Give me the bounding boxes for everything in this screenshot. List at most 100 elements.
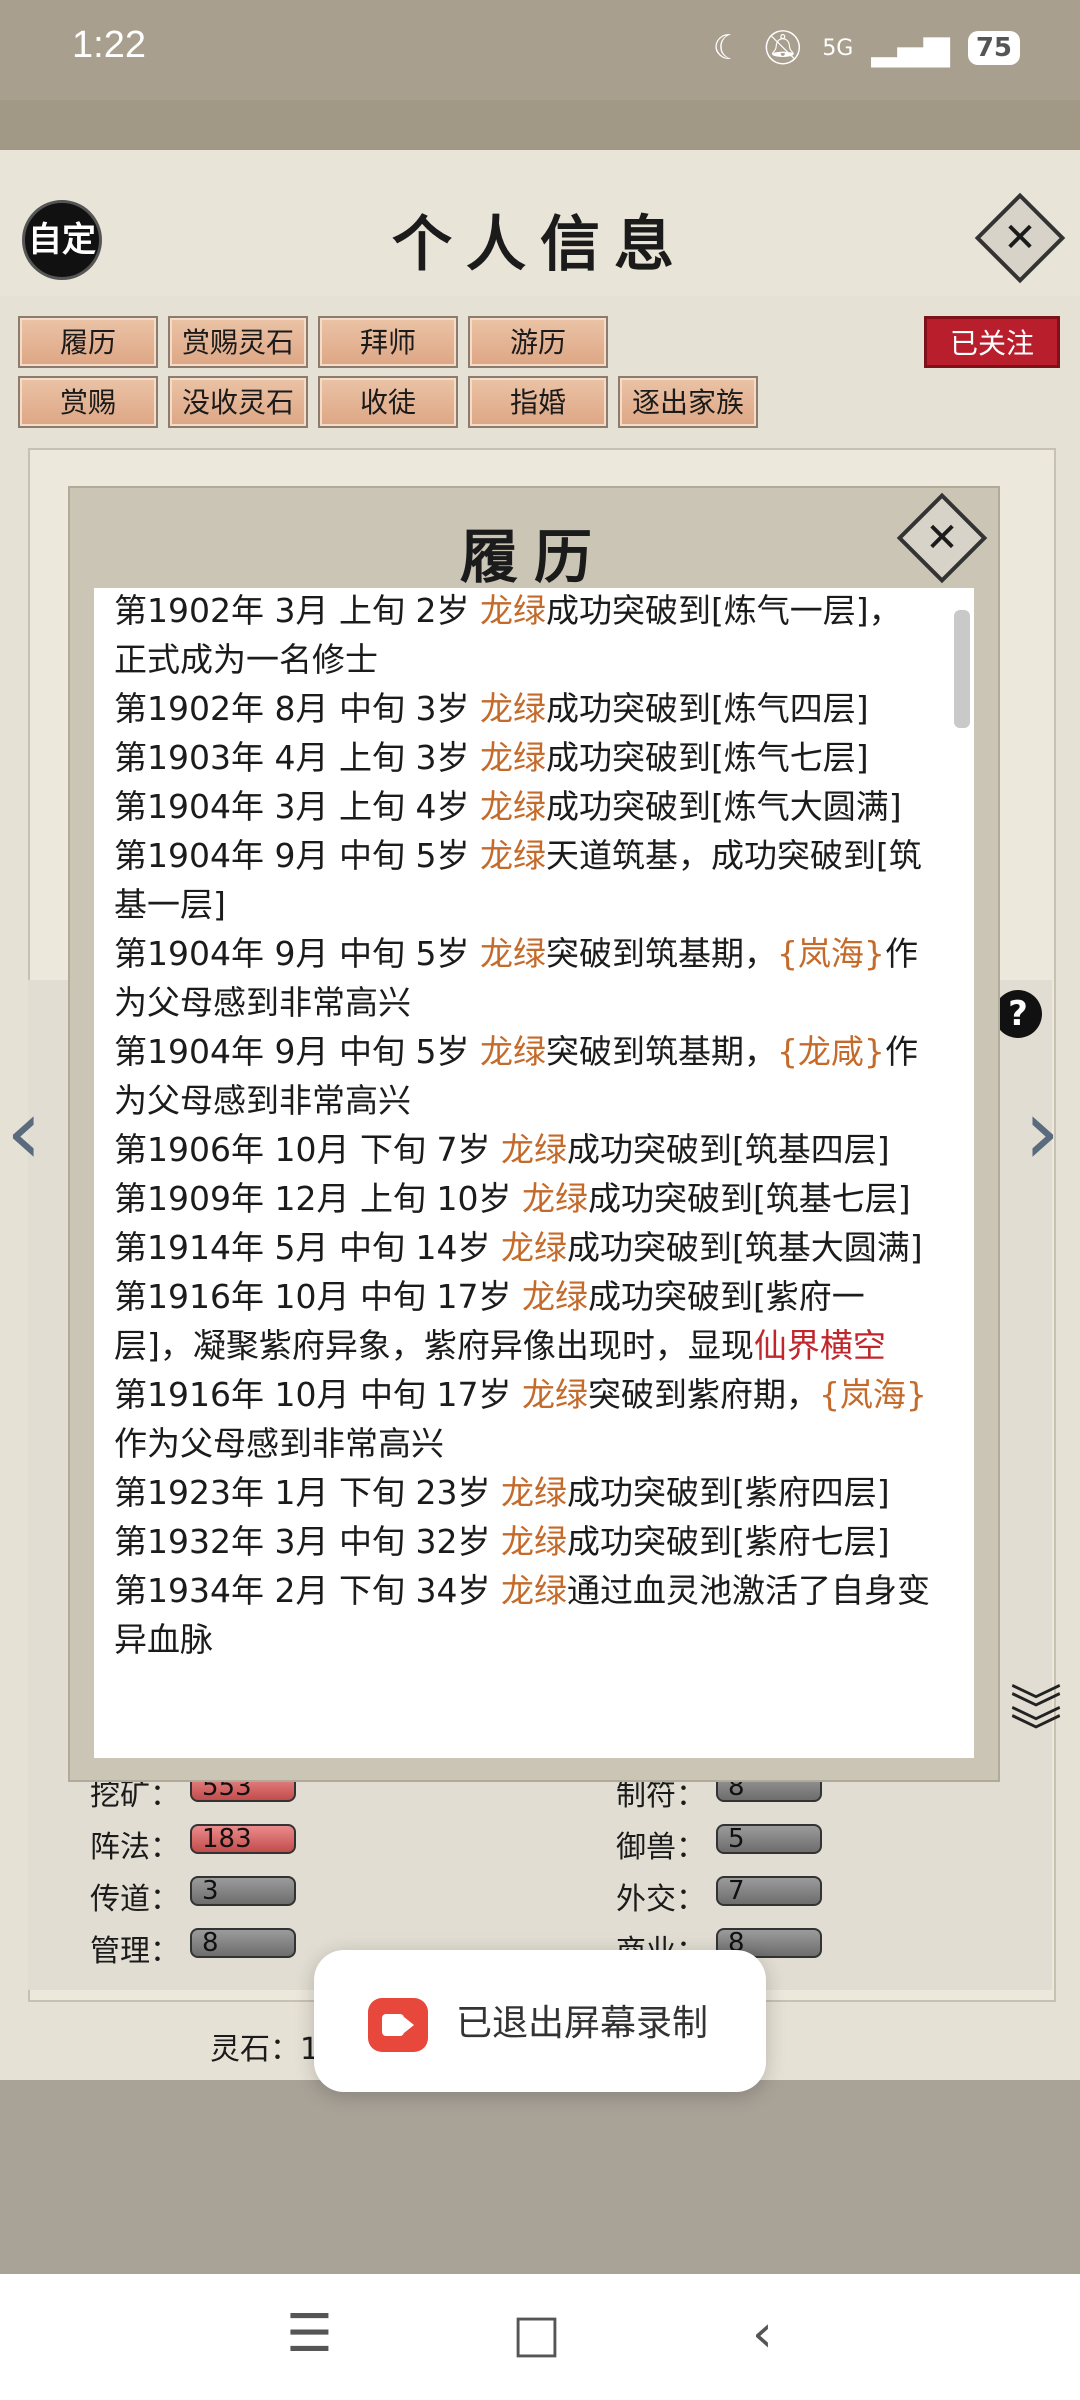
log-entry: 第1904年 9月 中旬 5岁 龙绿突破到筑基期，{岚海}作为父母感到非常高兴 [114,929,932,1027]
log-text: 突破到紫府期， [587,1375,819,1414]
log-text: 第1916年 10月 中旬 17岁 [114,1277,522,1316]
spirit-stone-count: 灵石：1 [210,2032,320,2067]
stat-label: 传道： [90,1882,180,1917]
page-title: 个人信息 [392,210,688,280]
stat-label: 阵法： [90,1830,180,1865]
log-text: 第1904年 9月 中旬 5岁 [114,934,480,973]
log-text: 成功突破到[筑基大圆满] [566,1228,923,1267]
stat-label: 外交： [616,1882,706,1917]
log-text: 第1934年 2月 下旬 34岁 [114,1571,501,1610]
log-entry: 第1904年 9月 中旬 5岁 龙绿突破到筑基期，{龙咸}作为父母感到非常高兴 [114,1027,932,1125]
log-highlight: 龙绿 [479,689,546,728]
toast-text: 已退出屏幕录制 [456,2003,709,2044]
menu-icon[interactable]: ☰ [286,2304,333,2364]
tab-travel[interactable]: 游历 [468,316,608,368]
log-entry: 第1914年 5月 中旬 14岁 龙绿成功突破到[筑基大圆满] [114,1223,932,1272]
log-entry: 第1904年 3月 上旬 4岁 龙绿成功突破到[炼气大圆满] [114,782,932,831]
close-icon: ✕ [1003,215,1037,261]
scrollbar-track[interactable] [952,608,972,1748]
resume-log-scroll[interactable]: 第1902年 3月 上旬 2岁 龙绿成功突破到[炼气一层]，正式成为一名修士 第1… [94,588,974,1758]
log-highlight: {岚海} [776,934,885,973]
tab-reward-stones[interactable]: 赏赐灵石 [168,316,308,368]
log-text: 成功突破到[筑基四层] [566,1130,890,1169]
dialog-title: 履历 [459,523,608,591]
home-icon[interactable]: □ [512,2304,561,2364]
system-nav-bar: ☰ □ ‹ [0,2274,1080,2400]
tab-apprentice[interactable]: 拜师 [318,316,458,368]
resume-log: 第1902年 3月 上旬 2岁 龙绿成功突破到[炼气一层]，正式成为一名修士 第1… [114,588,932,1664]
log-text: 第1902年 3月 上旬 2岁 [114,591,480,630]
log-text: 第1909年 12月 上旬 10岁 [114,1179,522,1218]
mute-icon: 🔕︎ [761,28,805,68]
log-text: 成功突破到[炼气大圆满] [545,787,902,826]
status-bar: 1:22 ☾ 🔕︎ 5G ▂▄▆ 75 [0,0,1080,100]
close-icon: ✕ [925,515,959,561]
log-text: 成功突破到[紫府七层] [566,1522,890,1561]
stat-label: 御兽： [616,1830,706,1865]
log-highlight: 龙绿 [479,738,546,777]
stat-value: 7 [716,1876,822,1906]
log-highlight: 龙绿 [521,1375,588,1414]
log-highlight: 龙绿 [500,1130,567,1169]
log-text: 第1906年 10月 下旬 7岁 [114,1130,501,1169]
log-highlight: 龙绿 [479,836,546,875]
log-entry: 第1904年 9月 中旬 5岁 龙绿天道筑基，成功突破到[筑基一层] [114,831,932,929]
resume-dialog: 履历 ✕ 第1902年 3月 上旬 2岁 龙绿成功突破到[炼气一层]，正式成为一… [70,488,998,1780]
log-text: 第1904年 9月 中旬 5岁 [114,836,480,875]
log-entry: 第1916年 10月 中旬 17岁 龙绿成功突破到[紫府一层]，凝聚紫府异象，紫… [114,1272,932,1370]
log-highlight: 龙绿 [500,1571,567,1610]
battery-icon: 75 [967,31,1020,65]
log-text: 突破到筑基期， [545,1032,777,1071]
log-highlight: {岚海} [818,1375,927,1414]
log-entry: 第1906年 10月 下旬 7岁 龙绿成功突破到[筑基四层] [114,1125,932,1174]
log-text: 突破到筑基期， [545,934,777,973]
stat-value: 5 [716,1824,822,1854]
footer-band [0,2080,1080,2274]
tab-confiscate-stones[interactable]: 没收灵石 [168,376,308,428]
signal-label: 5G [822,35,854,61]
log-highlight: 龙绿 [479,591,546,630]
log-text: 第1903年 4月 上旬 3岁 [114,738,480,777]
help-icon[interactable]: ? [994,990,1042,1038]
tab-expel[interactable]: 逐出家族 [618,376,758,428]
log-text: 第1902年 8月 中旬 3岁 [114,689,480,728]
log-highlight: 龙绿 [500,1228,567,1267]
log-text: 第1914年 5月 中旬 14岁 [114,1228,501,1267]
log-text: 成功突破到[筑基七层] [587,1179,911,1218]
log-text: 作为父母感到非常高兴 [114,1424,444,1463]
log-entry: 第1923年 1月 下旬 23岁 龙绿成功突破到[紫府四层] [114,1468,932,1517]
log-text: 成功突破到[炼气七层] [545,738,869,777]
log-text: 第1932年 3月 中旬 32岁 [114,1522,501,1561]
log-entry: 第1909年 12月 上旬 10岁 龙绿成功突破到[筑基七层] [114,1174,932,1223]
screen-record-icon [368,1998,428,2052]
stat-label: 管理： [90,1934,180,1969]
log-text: 第1916年 10月 中旬 17岁 [114,1375,522,1414]
back-icon[interactable]: ‹ [752,2304,773,2364]
next-arrow-icon[interactable]: › [1024,1080,1060,1185]
tab-resume[interactable]: 履历 [18,316,158,368]
scrollbar-thumb[interactable] [954,610,970,728]
log-text: 成功突破到[紫府四层] [566,1473,890,1512]
log-text: 成功突破到[炼气四层] [545,689,869,728]
prev-arrow-icon[interactable]: ‹ [6,1080,42,1185]
log-highlight: 龙绿 [521,1179,588,1218]
log-text: 第1904年 3月 上旬 4岁 [114,787,480,826]
log-entry: 第1916年 10月 中旬 17岁 龙绿突破到紫府期，{岚海} 作为父母感到非常高… [114,1370,932,1468]
log-entry: 第1902年 3月 上旬 2岁 龙绿成功突破到[炼气一层]，正式成为一名修士 [114,588,932,684]
log-highlight: {龙咸} [776,1032,885,1071]
tab-arrange-marriage[interactable]: 指婚 [468,376,608,428]
moon-icon: ☾ [712,28,744,68]
log-highlight: 龙绿 [500,1522,567,1561]
log-entry: 第1932年 3月 中旬 32岁 龙绿成功突破到[紫府七层] [114,1517,932,1566]
log-highlight: 龙绿 [521,1277,588,1316]
tab-reward[interactable]: 赏赐 [18,376,158,428]
followed-badge[interactable]: 已关注 [924,316,1060,368]
log-text: 第1904年 9月 中旬 5岁 [114,1032,480,1071]
tab-take-disciple[interactable]: 收徒 [318,376,458,428]
log-highlight: 龙绿 [500,1473,567,1512]
log-entry: 第1934年 2月 下旬 34岁 龙绿通过血灵池激活了自身变异血脉 [114,1566,932,1664]
stat-value: 8 [190,1928,296,1958]
log-highlight: 龙绿 [479,1032,546,1071]
signal-bars-icon: ▂▄▆ [871,28,950,68]
scroll-down-icon[interactable]: ︾ ︾ [1010,1685,1062,1759]
